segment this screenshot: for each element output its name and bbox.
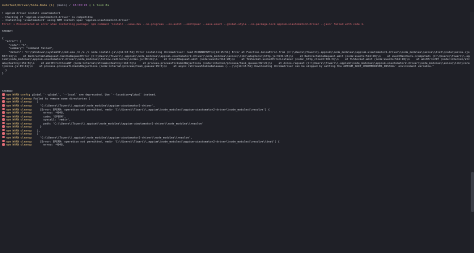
scrollbar-thumb[interactable] (470, 172, 474, 212)
npm-warn-text: path: 'C:\\Users\\Tiwari\\.appium\\node_… (31, 121, 204, 126)
error-dot-icon (2, 139, 5, 142)
terminal-scrollbar[interactable] (470, 12, 474, 253)
prompt-status: ○ 1 took 8s (89, 3, 110, 8)
error-dot-icon (2, 93, 5, 96)
error-dot-icon (2, 114, 5, 118)
error-dot-icon (2, 104, 5, 107)
json-line: "detail": "C:\\Windows\\system32\\cmd.ex… (2, 50, 472, 69)
npm-warn-tag: npm WARN cleanup (6, 142, 32, 147)
npm-warn-text: [Error: EPERM: operation not permitted, … (31, 138, 280, 143)
prompt-git-branch: (main) ✓ (56, 3, 71, 8)
error-dot-icon (2, 100, 5, 103)
error-dot-icon (2, 128, 5, 132)
error-dot-icon (2, 118, 5, 121)
terminal-window[interactable]: AutoTest/Driver/Side-Node (1) (main) ✓ 1… (0, 0, 474, 253)
terminal-output[interactable]: ! appium driver install uiautomator2- Ch… (0, 11, 474, 147)
error-dot-icon (2, 96, 5, 100)
error-dot-icon (2, 135, 5, 139)
shell-prompt: AutoTest/Driver/Side-Node (1) (main) ✓ 1… (0, 0, 474, 12)
prompt-path: AutoTest/Driver/Side-Node (1) (2, 3, 55, 8)
command-header: ! appium driver install uiautomator2- Ch… (2, 11, 472, 26)
stderr-line: npm WARN cleanup errno: -4048, (2, 143, 472, 147)
error-dot-icon (2, 125, 5, 128)
error-dot-icon (2, 121, 5, 125)
error-dot-icon (2, 111, 5, 114)
error-dot-icon (2, 107, 5, 111)
json-output: { "error": { "code": "1", "summary": "co… (2, 36, 472, 76)
npm-warn-text: errno: -4048, (31, 142, 65, 147)
prompt-time: 15:33:15 (72, 3, 88, 8)
stderr-output: npm WARN config global `--global`, `--lo… (2, 93, 472, 146)
npm-warn-text: [Error: EPERM: operation not permitted, … (31, 106, 270, 111)
error-dot-icon (2, 143, 5, 146)
npm-warn-text: Failed to remove some directories [ (31, 96, 91, 101)
error-dot-icon (2, 132, 5, 135)
